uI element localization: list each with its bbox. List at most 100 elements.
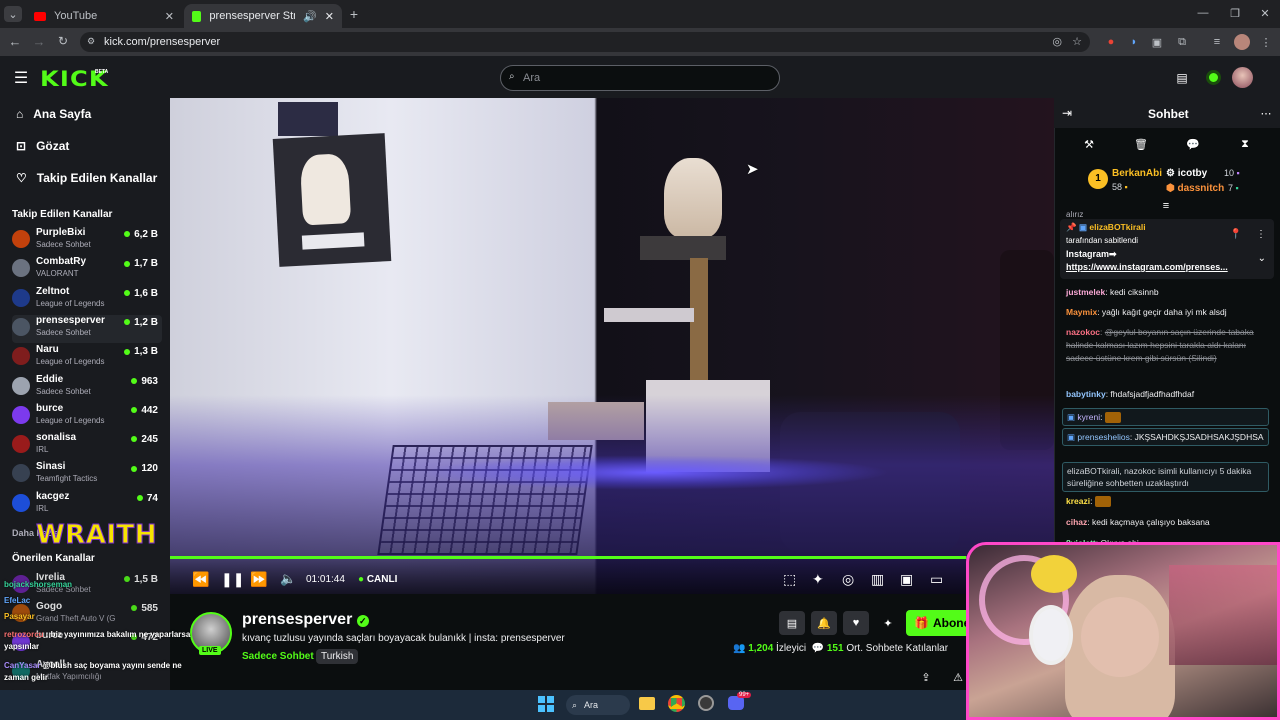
- chat-username[interactable]: babytinky: [1066, 389, 1106, 399]
- channel-viewers: 1,6 B: [124, 288, 158, 299]
- report-icon[interactable]: ⚠: [952, 671, 964, 684]
- tab-youtube[interactable]: YouTube ✕: [26, 4, 182, 28]
- restore-icon[interactable]: ❐: [1228, 6, 1242, 20]
- live-indicator[interactable]: ● CANLI: [358, 574, 397, 585]
- notification-bell-button[interactable]: 🔔: [811, 611, 837, 635]
- stats-icon[interactable]: ▥: [871, 571, 884, 588]
- tab-list-button[interactable]: ⌄: [4, 6, 22, 22]
- extension-icon[interactable]: ▣: [1150, 35, 1164, 49]
- followed-channel-item[interactable]: Sinasi Teamfight Tactics 120: [12, 461, 162, 489]
- forward-icon[interactable]: →: [32, 34, 46, 49]
- chat-username[interactable]: justmelek: [1066, 287, 1105, 297]
- user-avatar[interactable]: [1232, 67, 1253, 88]
- site-info-icon[interactable]: ⚙: [87, 36, 95, 47]
- hourglass-icon[interactable]: ⧗: [1238, 137, 1252, 151]
- extension-icon[interactable]: ◗: [1127, 35, 1141, 49]
- rewind-live-icon[interactable]: ◎: [842, 571, 854, 588]
- leaderboard-user-3[interactable]: ⬢ dassnitch: [1166, 183, 1224, 194]
- app-icon[interactable]: [698, 695, 714, 711]
- unpin-icon[interactable]: 📍: [1230, 229, 1242, 240]
- chat-message[interactable]: Maymix: yağlı kağıt geçir daha iyi mk al…: [1066, 306, 1272, 319]
- chat-username[interactable]: nazokoc: [1066, 327, 1100, 337]
- chat-message[interactable]: nazokoc: @geylul boyanın saçın üzerinde …: [1066, 326, 1272, 365]
- volume-icon[interactable]: 🔈: [280, 571, 296, 587]
- search-input[interactable]: ⌕ Ara: [500, 65, 780, 91]
- follow-button[interactable]: ♥: [843, 611, 869, 635]
- chat-username[interactable]: Maymix: [1066, 307, 1097, 317]
- followed-channel-item[interactable]: burce League of Legends 442: [12, 403, 162, 431]
- expand-leaderboard-icon[interactable]: ≡: [1160, 200, 1172, 212]
- url-field[interactable]: ⚙ kick.com/prensesperver ◎ ☆: [80, 32, 1090, 52]
- window-close-icon[interactable]: ✕: [1258, 6, 1272, 20]
- close-icon[interactable]: ✕: [325, 10, 334, 23]
- menu-kebab-icon[interactable]: ⋮: [1260, 35, 1272, 49]
- followed-channel-item[interactable]: prensesperver Sadece Sohbet 1,2 B: [12, 314, 162, 343]
- chat-message[interactable]: justmelek: kedi ciksinnb: [1066, 286, 1272, 299]
- nav-browse[interactable]: ⊡ Gözat: [16, 139, 69, 153]
- nav-following[interactable]: ♡ Takip Edilen Kanallar: [16, 171, 157, 185]
- expand-pinned-icon[interactable]: ⌄: [1258, 253, 1266, 264]
- extension-icon[interactable]: ●: [1104, 35, 1118, 49]
- windows-start-icon[interactable]: [538, 696, 554, 712]
- followed-channel-item[interactable]: Zeltnot League of Legends 1,6 B: [12, 286, 162, 314]
- chat-message[interactable]: ▣ kyreni:: [1062, 408, 1269, 427]
- chat-message[interactable]: babytinky: fhdafsjadfjadfhadfhdaf: [1066, 388, 1272, 401]
- followed-channel-item[interactable]: kacgez IRL 74: [12, 491, 162, 519]
- discord-icon[interactable]: [728, 696, 744, 710]
- close-icon[interactable]: ✕: [165, 10, 174, 23]
- picture-in-picture-icon[interactable]: ▣: [900, 571, 913, 588]
- chat-username[interactable]: cihaz: [1066, 517, 1087, 527]
- bookmark-star-icon[interactable]: ☆: [1072, 35, 1082, 48]
- minimize-icon[interactable]: —: [1196, 6, 1210, 20]
- language-tag[interactable]: Turkish: [316, 649, 359, 664]
- eye-off-icon[interactable]: ◎: [1052, 35, 1062, 48]
- pause-icon[interactable]: ❚❚: [221, 571, 244, 588]
- inventory-icon[interactable]: ▤: [1174, 71, 1190, 85]
- followed-channel-item[interactable]: CombatRy VALORANT 1,7 B: [12, 256, 162, 284]
- trash-icon[interactable]: 🗑: [1134, 137, 1148, 151]
- chat-username[interactable]: kreazi: [1066, 496, 1090, 506]
- profile-avatar[interactable]: [1234, 34, 1250, 50]
- leaderboard-top-user[interactable]: BerkanAbi: [1112, 168, 1162, 179]
- media-control-icon[interactable]: ≡: [1210, 35, 1224, 49]
- chat-message[interactable]: ▣ prenseshelios: JKŞSAHDKŞJSADHSAKJŞDHSA: [1062, 428, 1269, 446]
- chat-options-icon[interactable]: ⋯: [1260, 106, 1272, 120]
- streamer-name[interactable]: prensesperver ✓: [242, 611, 369, 629]
- rewind-icon[interactable]: ⏪: [192, 571, 209, 588]
- clip-button[interactable]: ▤: [779, 611, 805, 635]
- tab-kick-stream[interactable]: prensesperver Stream - Wa 🔊 ✕: [184, 4, 342, 28]
- file-explorer-icon[interactable]: [639, 697, 655, 710]
- audio-icon[interactable]: 🔊: [303, 10, 317, 23]
- back-icon[interactable]: ←: [8, 34, 22, 49]
- chat-message[interactable]: cihaz: kedi kaçmaya çalışıyo baksana: [1066, 516, 1272, 529]
- pinned-menu-icon[interactable]: ⋮: [1256, 229, 1266, 240]
- collapse-chat-icon[interactable]: ⇥: [1060, 106, 1074, 120]
- chat-username[interactable]: prenseshelios: [1077, 432, 1129, 442]
- chat-bubble-icon[interactable]: 💬: [1186, 137, 1200, 151]
- leaderboard-user-2[interactable]: ⚙ icotby: [1166, 168, 1207, 179]
- chrome-icon[interactable]: [668, 695, 685, 712]
- followed-channel-item[interactable]: Eddie Sadece Sohbet 963: [12, 374, 162, 402]
- chat-message[interactable]: kreazi:: [1066, 495, 1272, 508]
- chat-username[interactable]: kyreni: [1077, 412, 1100, 422]
- stream-category-link[interactable]: Sadece Sohbet: [242, 651, 314, 662]
- nav-home[interactable]: ⌂ Ana Sayfa: [16, 107, 91, 121]
- followed-channel-item[interactable]: sonalisa IRL 245: [12, 432, 162, 460]
- pinned-message[interactable]: 📌 ▣ elizaBOTkirali tarafından sabitlendi…: [1060, 219, 1274, 279]
- extensions-puzzle-icon[interactable]: ⧉: [1175, 35, 1189, 49]
- followed-channel-item[interactable]: PurpleBixi Sadece Sohbet 6,2 B: [12, 227, 162, 255]
- share-icon[interactable]: ⇪: [920, 671, 932, 684]
- kick-points-icon[interactable]: [1206, 70, 1221, 85]
- gift-button[interactable]: ✦: [875, 611, 901, 635]
- hamburger-menu-icon[interactable]: ☰: [12, 70, 30, 87]
- chat-message[interactable]: elizaBOTkirali, nazokoc isimli kullanıcı…: [1062, 462, 1269, 492]
- new-tab-button[interactable]: +: [346, 6, 362, 22]
- followed-channel-item[interactable]: Naru League of Legends 1,3 B: [12, 344, 162, 372]
- forward-icon[interactable]: ⏩: [250, 571, 267, 588]
- mod-hammer-icon[interactable]: ⚒: [1082, 137, 1096, 151]
- reload-icon[interactable]: ↻: [56, 34, 70, 48]
- clip-icon[interactable]: ⬚: [783, 571, 796, 588]
- sparkle-icon[interactable]: ✦: [812, 571, 824, 588]
- taskbar-search[interactable]: ⌕ Ara: [566, 695, 630, 715]
- theater-mode-icon[interactable]: ▭: [930, 571, 943, 588]
